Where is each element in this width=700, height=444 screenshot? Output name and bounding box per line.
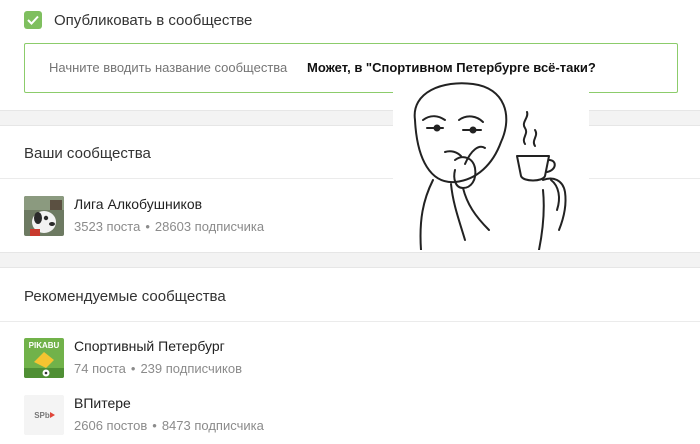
- spb-logo-text: SPb: [34, 411, 50, 420]
- subscribers-count: 239 подписчиков: [140, 361, 242, 376]
- your-communities-title: Ваши сообщества: [24, 145, 151, 162]
- separator: [0, 178, 700, 179]
- spb-logo: SPb: [24, 395, 64, 435]
- community-name[interactable]: Спортивный Петербург: [74, 338, 242, 355]
- publish-row[interactable]: Опубликовать в сообществе: [24, 11, 252, 29]
- section-divider: [0, 110, 700, 126]
- community-item[interactable]: SPb ВПитере 2606 постов • 8473 подписчика: [24, 395, 264, 435]
- dot-separator: •: [145, 219, 150, 234]
- pikabu-logo-text: PIKABU: [29, 341, 60, 350]
- dot-separator: •: [130, 361, 136, 376]
- dog-cartoon-avatar: [24, 196, 64, 236]
- publish-label: Опубликовать в сообществе: [54, 11, 253, 29]
- subscribers-count: 8473 подписчика: [161, 418, 264, 433]
- publish-checkbox[interactable]: [24, 11, 42, 29]
- separator: [0, 321, 700, 322]
- community-search-input[interactable]: [49, 44, 309, 92]
- community-item[interactable]: PIKABU Спортивный Петербург 74 поста • 239…: [24, 338, 242, 378]
- posts-count: 3523 поста: [74, 219, 141, 234]
- pikabu-sport-logo: PIKABU: [24, 338, 64, 378]
- check-icon: [27, 15, 39, 25]
- community-name[interactable]: ВПитере: [74, 395, 264, 412]
- community-stats: 2606 постов • 8473 подписчика: [74, 418, 264, 433]
- section-divider: [0, 252, 700, 268]
- community-item[interactable]: Лига Алкобушников 3523 поста • 28603 подпи…: [24, 196, 264, 236]
- community-stats: 3523 поста • 28603 подписчика: [74, 219, 264, 234]
- community-name[interactable]: Лига Алкобушников: [74, 196, 264, 213]
- community-stats: 74 поста • 239 подписчиков: [74, 361, 242, 376]
- posts-count: 74 поста: [74, 361, 126, 376]
- recommended-title: Рекомендуемые сообщества: [24, 288, 226, 305]
- subscribers-count: 28603 подписчика: [154, 219, 265, 234]
- thinking-meme-image: [393, 80, 589, 251]
- dot-separator: •: [152, 418, 157, 433]
- posts-count: 2606 постов: [74, 418, 148, 433]
